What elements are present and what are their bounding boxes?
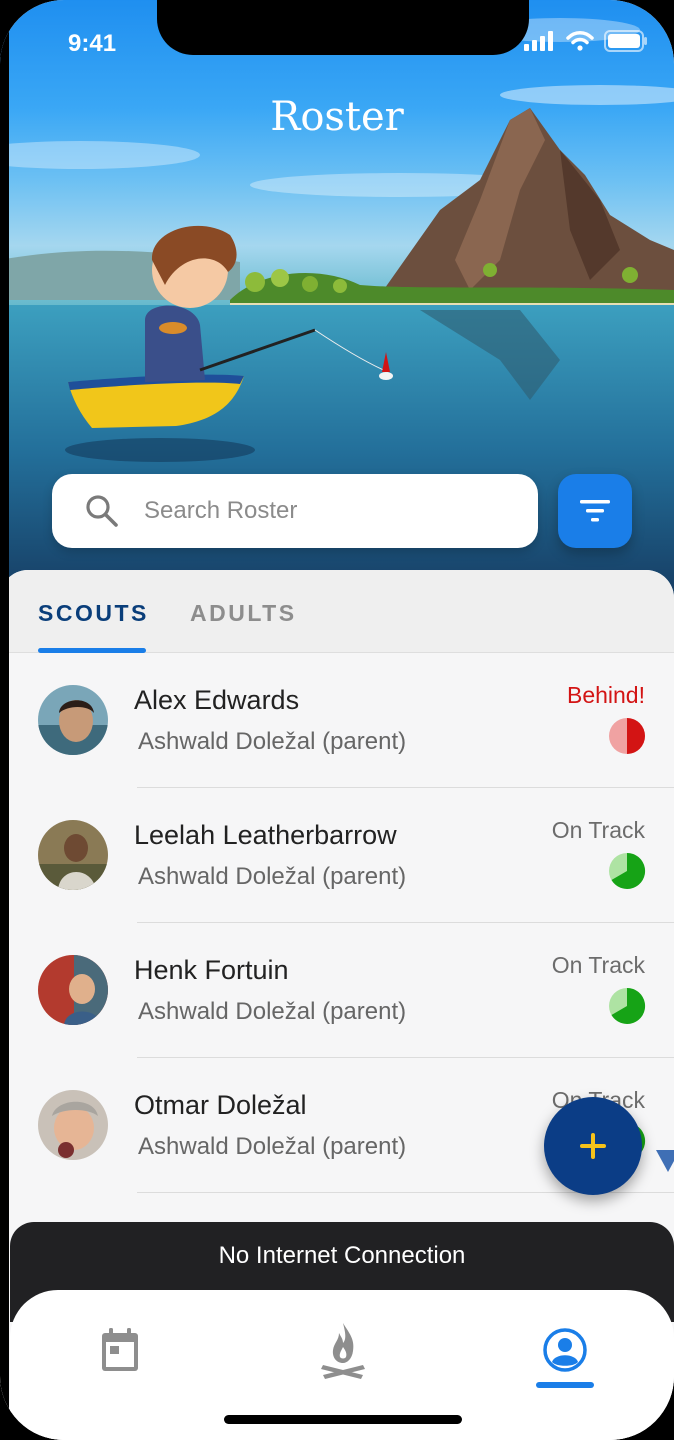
progress-pie-icon [609, 718, 645, 754]
nav-profile[interactable] [535, 1320, 595, 1380]
progress-pie-icon [609, 852, 646, 889]
filter-icon [580, 500, 610, 522]
tab-bar: SCOUTS ADULTS [0, 570, 674, 653]
scout-name: Leelah Leatherbarrow [134, 820, 397, 850]
parent-name: Ashwald Doležal (parent) [138, 728, 407, 755]
device-notch [157, 0, 529, 55]
phone-screen: 9:41 Roster Search Roster SCOUTS ADULTS … [0, 0, 674, 1440]
scout-name: Alex Edwards [134, 685, 300, 715]
tab-scouts[interactable]: SCOUTS [38, 600, 149, 627]
parent-name: Ashwald Doležal (parent) [138, 998, 407, 1025]
nav-campfire[interactable] [313, 1320, 373, 1380]
scout-name: Otmar Doležal [134, 1090, 307, 1120]
battery-icon [604, 30, 647, 52]
bottom-nav [10, 1290, 674, 1440]
home-indicator [224, 1415, 462, 1424]
nav-calendar[interactable] [90, 1320, 150, 1380]
add-scout-button[interactable] [544, 1097, 642, 1195]
avatar [38, 955, 108, 1025]
campfire-icon [321, 1323, 365, 1379]
search-bar[interactable] [52, 474, 538, 548]
avatar [38, 820, 108, 890]
page-title: Roster [270, 94, 404, 140]
tab-adults[interactable]: ADULTS [190, 600, 297, 627]
signal-icon [524, 31, 553, 51]
parent-name: Ashwald Doležal (parent) [138, 863, 407, 890]
status-time: 9:41 [68, 30, 117, 57]
nav-active-indicator [536, 1382, 594, 1388]
list-item[interactable]: Alex Edwards Ashwald Doležal (parent) Be… [0, 653, 674, 788]
scout-name: Henk Fortuin [134, 955, 289, 985]
wifi-icon [566, 31, 594, 51]
status-label: On Track [551, 817, 645, 843]
status-label: Behind! [566, 682, 645, 708]
parent-name: Ashwald Doležal (parent) [138, 1133, 407, 1160]
avatar [38, 685, 108, 755]
list-item[interactable]: Henk Fortuin Ashwald Doležal (parent) On… [0, 923, 674, 1058]
plus-icon [580, 1133, 606, 1159]
avatar [38, 1090, 108, 1160]
progress-pie-icon [609, 987, 646, 1024]
status-icons [524, 30, 648, 52]
search-input[interactable] [142, 496, 506, 526]
search-icon [86, 495, 118, 527]
profile-icon [543, 1328, 587, 1372]
hero-illustration: 9:41 Roster [0, 0, 674, 600]
filter-button[interactable] [558, 474, 632, 548]
list-item[interactable]: Leelah Leatherbarrow Ashwald Doležal (pa… [0, 788, 674, 923]
calendar-icon [102, 1328, 138, 1371]
tooltip-pointer [656, 1150, 674, 1172]
snackbar-message: No Internet Connection [218, 1242, 466, 1269]
status-label: On Track [551, 952, 645, 978]
